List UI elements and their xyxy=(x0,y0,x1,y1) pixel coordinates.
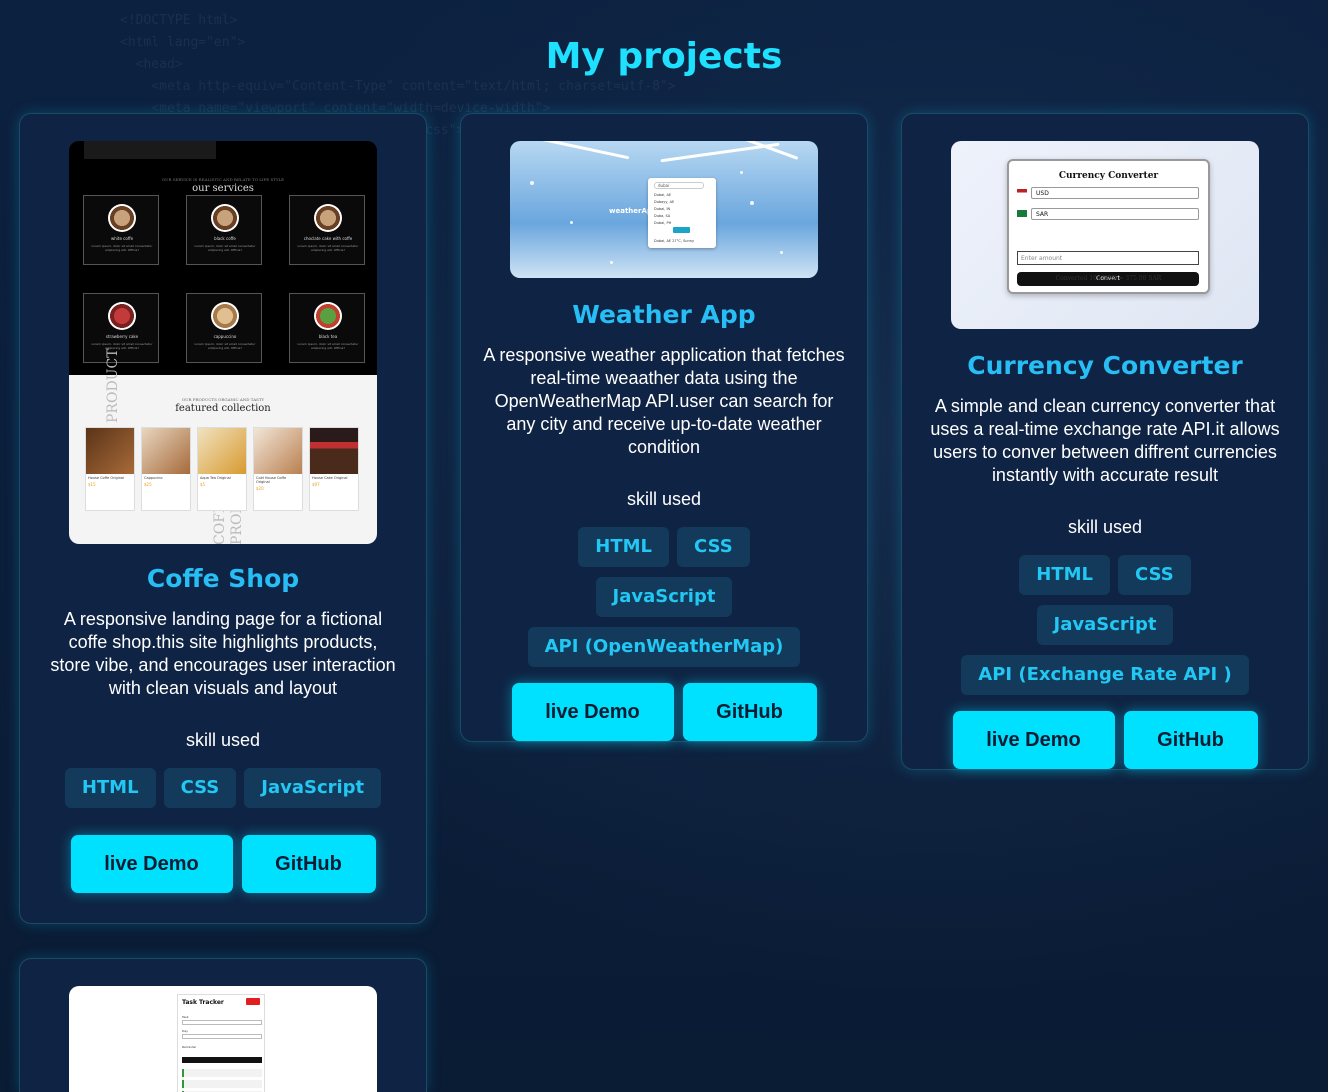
project-preview-image: OUR SERVICE IS REALISTIC AND RELATE TO L… xyxy=(69,141,377,544)
skill-badge: HTML xyxy=(64,768,156,808)
live-demo-button[interactable]: live Demo xyxy=(70,835,233,893)
skill-badge: CSS xyxy=(1118,555,1191,595)
skill-badge: CSS xyxy=(163,768,237,808)
project-description: A responsive weather application that fe… xyxy=(483,345,845,457)
skill-list: HTML CSS JavaScript API (OpenWeatherMap) xyxy=(514,527,814,667)
project-card-currency-converter: Currency Converter USD SAR Enter amount … xyxy=(901,113,1309,770)
skill-badge: JavaScript xyxy=(595,577,733,617)
skill-badge: API (OpenWeatherMap) xyxy=(527,627,801,667)
skill-label: skill used xyxy=(1067,517,1143,537)
skill-label: skill used xyxy=(626,489,702,509)
project-card-weather-app: weatherApp dubai Dubai, AE Dubayy, AE Du… xyxy=(460,113,868,742)
skill-badge: JavaScript xyxy=(244,768,382,808)
skill-badge: API (Exchange Rate API ) xyxy=(961,655,1249,695)
project-description: A responsive landing page for a fictiona… xyxy=(50,609,396,698)
project-title: Coffe Shop xyxy=(146,564,300,593)
skill-badge: HTML xyxy=(578,527,670,567)
skill-badge: CSS xyxy=(677,527,750,567)
project-card-coffe-shop: OUR SERVICE IS REALISTIC AND RELATE TO L… xyxy=(19,113,427,924)
page-title: My projects xyxy=(545,36,783,77)
project-preview-image: Task Tracker Task Day Reminder xyxy=(69,986,377,1092)
live-demo-button[interactable]: live Demo xyxy=(511,683,674,741)
skill-list: HTML CSS JavaScript xyxy=(33,768,413,808)
project-preview-image: Currency Converter USD SAR Enter amount … xyxy=(951,141,1259,329)
skill-list: HTML CSS JavaScript API (Exchange Rate A… xyxy=(955,555,1255,695)
skill-label: skill used xyxy=(185,730,261,750)
project-title: Currency Converter xyxy=(967,351,1243,380)
github-button[interactable]: GitHub xyxy=(682,683,817,741)
project-title: Weather App xyxy=(572,300,756,329)
project-card-task-tracker: Task Tracker Task Day Reminder xyxy=(19,958,427,1092)
github-button[interactable]: GitHub xyxy=(241,835,376,893)
github-button[interactable]: GitHub xyxy=(1123,711,1258,769)
project-preview-image: weatherApp dubai Dubai, AE Dubayy, AE Du… xyxy=(510,141,818,278)
skill-badge: HTML xyxy=(1019,555,1111,595)
skill-badge: JavaScript xyxy=(1036,605,1174,645)
project-description: A simple and clean currency converter th… xyxy=(930,396,1280,485)
live-demo-button[interactable]: live Demo xyxy=(952,711,1115,769)
